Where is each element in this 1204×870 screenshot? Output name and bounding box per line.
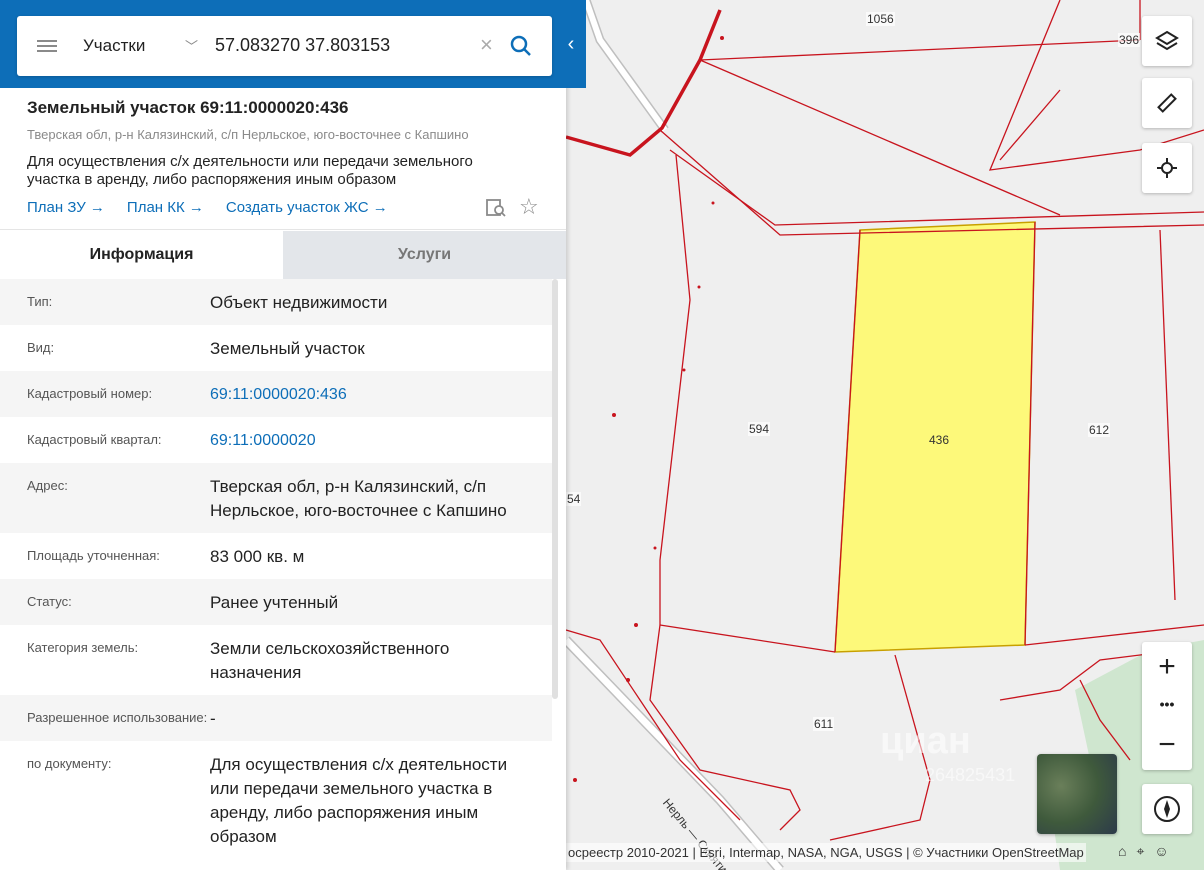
map-label-612: 612 <box>1088 423 1111 437</box>
table-row: Адрес: Тверская обл, р-н Калязинский, с/… <box>0 463 552 533</box>
search-input[interactable] <box>215 35 475 56</box>
row-label: Площадь уточненная: <box>27 548 160 563</box>
tab-information[interactable]: Информация <box>0 231 283 279</box>
row-value: Объект недвижимости <box>210 293 388 312</box>
scrollbar[interactable] <box>552 279 558 699</box>
satellite-layer-thumbnail[interactable] <box>1037 754 1117 834</box>
row-value: Тверская обл, р-н Калязинский, с/п Нерль… <box>210 477 507 520</box>
tab-services[interactable]: Услуги <box>283 231 566 279</box>
row-label: Тип: <box>27 294 53 309</box>
menu-icon[interactable] <box>37 40 57 52</box>
parcel-summary: Земельный участок 69:11:0000020:436 Твер… <box>0 88 566 230</box>
target-icon[interactable]: ⌖ <box>1136 843 1144 860</box>
info-panel: Участки ﹀ × Земельный участок 69:11:0000… <box>0 0 566 870</box>
search-type-select[interactable]: Участки <box>83 36 145 56</box>
layers-button[interactable] <box>1142 16 1192 66</box>
document-search-icon[interactable] <box>485 197 507 219</box>
row-label: Кадастровый номер: <box>27 386 153 401</box>
table-row: Кадастровый квартал: 69:11:0000020 <box>0 417 552 463</box>
road-bottom-inner <box>563 637 783 870</box>
attribution-icons: ⌂ ⌖ ☺ <box>1118 843 1169 860</box>
parcel-address: Тверская обл, р-н Калязинский, с/п Нерль… <box>27 127 469 142</box>
row-label: Разрешенное использование: <box>27 710 208 725</box>
table-row: Вид: Земельный участок <box>0 325 552 371</box>
zoom-controls: + ••• − <box>1142 642 1192 770</box>
plan-kk-link[interactable]: План КК → <box>127 199 204 216</box>
table-row: Категория земель: Земли сельскохозяйстве… <box>0 625 552 695</box>
zoom-out-button[interactable]: − <box>1142 728 1192 762</box>
zoom-in-button[interactable]: + <box>1142 650 1192 684</box>
map-attribution: осреестр 2010-2021 | Esri, Intermap, NAS… <box>566 843 1086 862</box>
tab-bar: Информация Услуги <box>0 231 566 279</box>
row-label: Вид: <box>27 340 55 355</box>
search-box: Участки ﹀ × <box>17 16 552 76</box>
cadastral-number-link[interactable]: 69:11:0000020:436 <box>210 383 540 407</box>
person-icon[interactable]: ☺ <box>1154 843 1168 860</box>
map-label-54: 54 <box>566 492 582 506</box>
ruler-icon <box>1157 93 1177 113</box>
row-value: Ранее учтенный <box>210 593 339 612</box>
boundary-thick <box>565 9 722 157</box>
star-icon[interactable]: ☆ <box>519 194 539 220</box>
compass-icon <box>1154 796 1180 822</box>
ruler-button[interactable] <box>1142 78 1192 128</box>
row-label: Кадастровый квартал: <box>27 432 162 447</box>
table-row: Тип: Объект недвижимости <box>0 279 552 325</box>
layers-icon <box>1155 30 1179 51</box>
row-value: Земельный участок <box>210 339 365 358</box>
info-table: Тип: Объект недвижимости Вид: Земельный … <box>0 279 552 859</box>
row-label: Категория земель: <box>27 640 139 655</box>
row-label: по документу: <box>27 756 112 771</box>
parcel-links: План ЗУ → План КК → Создать участок ЖС → <box>27 199 388 216</box>
home-icon[interactable]: ⌂ <box>1118 843 1126 860</box>
create-parcel-link[interactable]: Создать участок ЖС → <box>226 199 388 216</box>
row-value: Для осуществления с/х деятельности или п… <box>210 755 508 846</box>
table-row: Кадастровый номер: 69:11:0000020:436 <box>0 371 552 417</box>
search-icon[interactable] <box>509 34 533 58</box>
row-label: Адрес: <box>27 478 68 493</box>
parcel-title: Земельный участок 69:11:0000020:436 <box>27 98 349 117</box>
table-row: по документу: Для осуществления с/х деят… <box>0 741 552 859</box>
plan-zu-link[interactable]: План ЗУ → <box>27 199 105 216</box>
row-label: Статус: <box>27 594 72 609</box>
collapse-panel-button[interactable]: ‹ <box>556 0 586 88</box>
clear-icon[interactable]: × <box>480 32 493 58</box>
map-label-611: 611 <box>813 717 835 731</box>
map-label-436: 436 <box>929 433 950 447</box>
watermark: циан <box>880 720 971 762</box>
road-top-inner <box>583 0 668 132</box>
map-label-1056: 1056 <box>866 12 895 26</box>
compass-button[interactable] <box>1142 784 1192 834</box>
cadastral-quarter-link[interactable]: 69:11:0000020 <box>210 429 540 453</box>
more-button[interactable]: ••• <box>1142 694 1192 714</box>
locate-button[interactable] <box>1142 143 1192 193</box>
chevron-left-icon: ‹ <box>567 32 575 55</box>
table-row: Площадь уточненная: 83 000 кв. м <box>0 533 552 579</box>
map-label-396: 396 <box>1118 33 1141 47</box>
row-value: - <box>210 709 216 728</box>
map-label-594: 594 <box>748 422 771 436</box>
table-row: Разрешенное использование: - <box>0 695 552 741</box>
table-row: Статус: Ранее учтенный <box>0 579 552 625</box>
row-value: 83 000 кв. м <box>210 547 305 566</box>
parcel-description: Для осуществления с/х деятельности или п… <box>27 153 473 188</box>
row-value: Земли сельскохозяйственного назначения <box>210 639 450 682</box>
crosshair-icon <box>1157 158 1177 178</box>
panel-header: Участки ﹀ × <box>0 0 566 88</box>
chevron-down-icon[interactable]: ﹀ <box>185 36 198 55</box>
watermark-id: 264825431 <box>925 765 1016 785</box>
